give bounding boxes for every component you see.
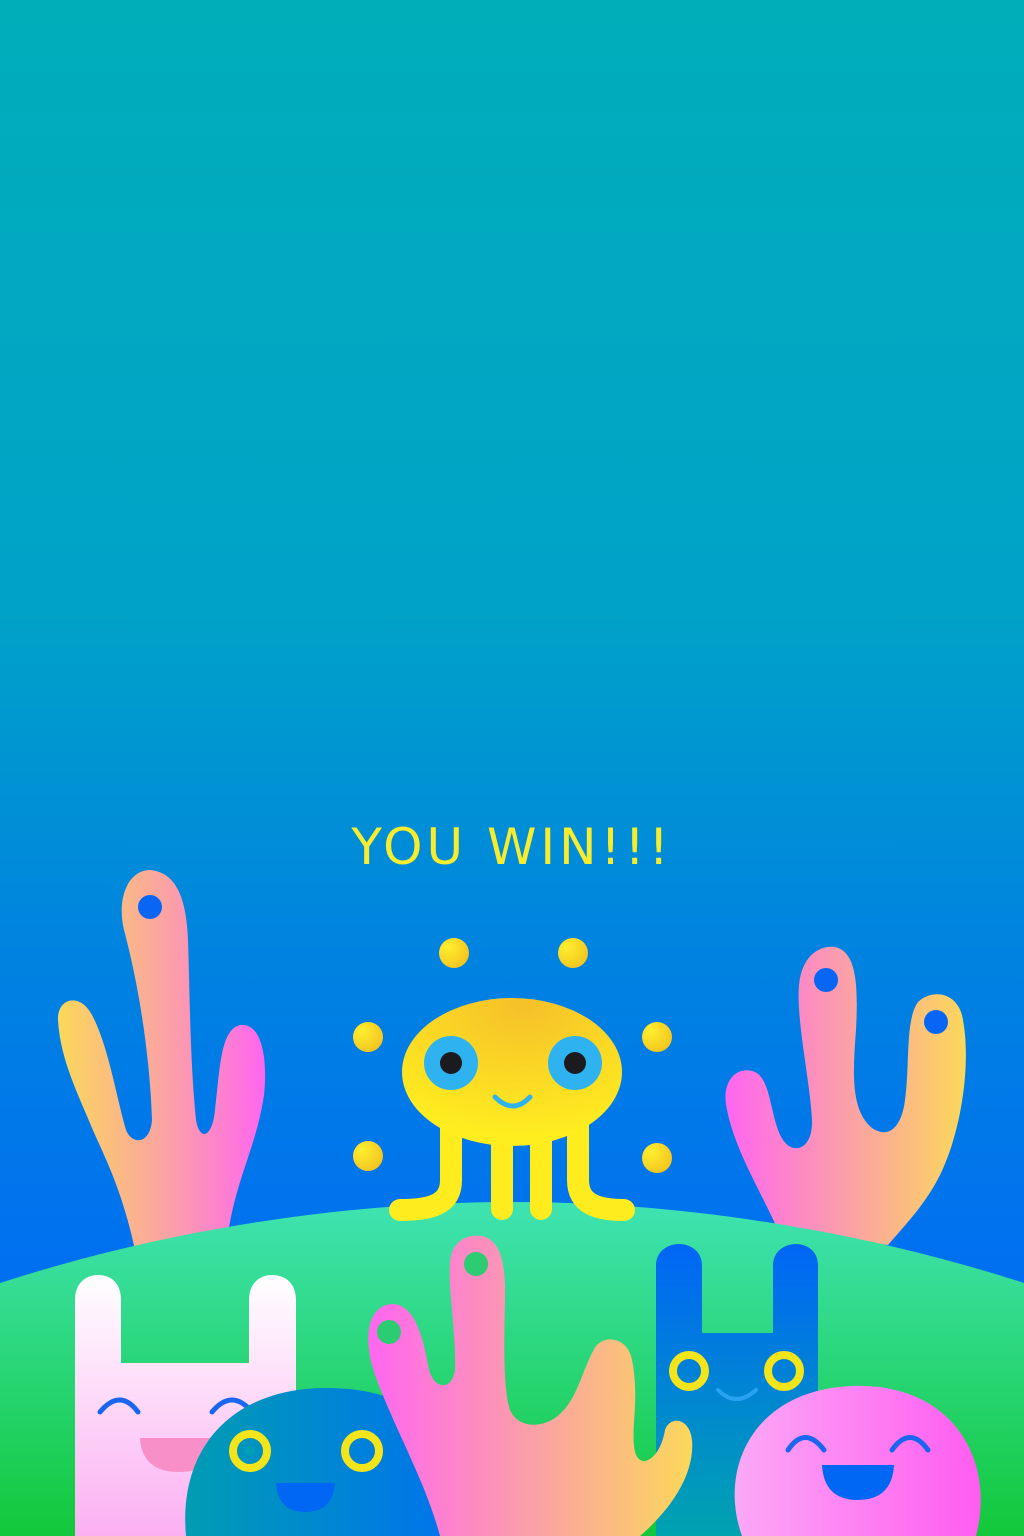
left-coral	[57, 870, 266, 1250]
yellow-octopus	[353, 938, 672, 1221]
victory-scene	[0, 870, 1024, 1536]
coral-dot	[138, 895, 162, 919]
right-coral	[725, 946, 966, 1245]
you-win-title: YOU WIN!!!	[351, 818, 673, 876]
coral-dot	[377, 1320, 401, 1344]
coral-dot	[924, 1010, 948, 1034]
coral-dot	[464, 1252, 488, 1276]
coral-dot	[814, 968, 838, 992]
